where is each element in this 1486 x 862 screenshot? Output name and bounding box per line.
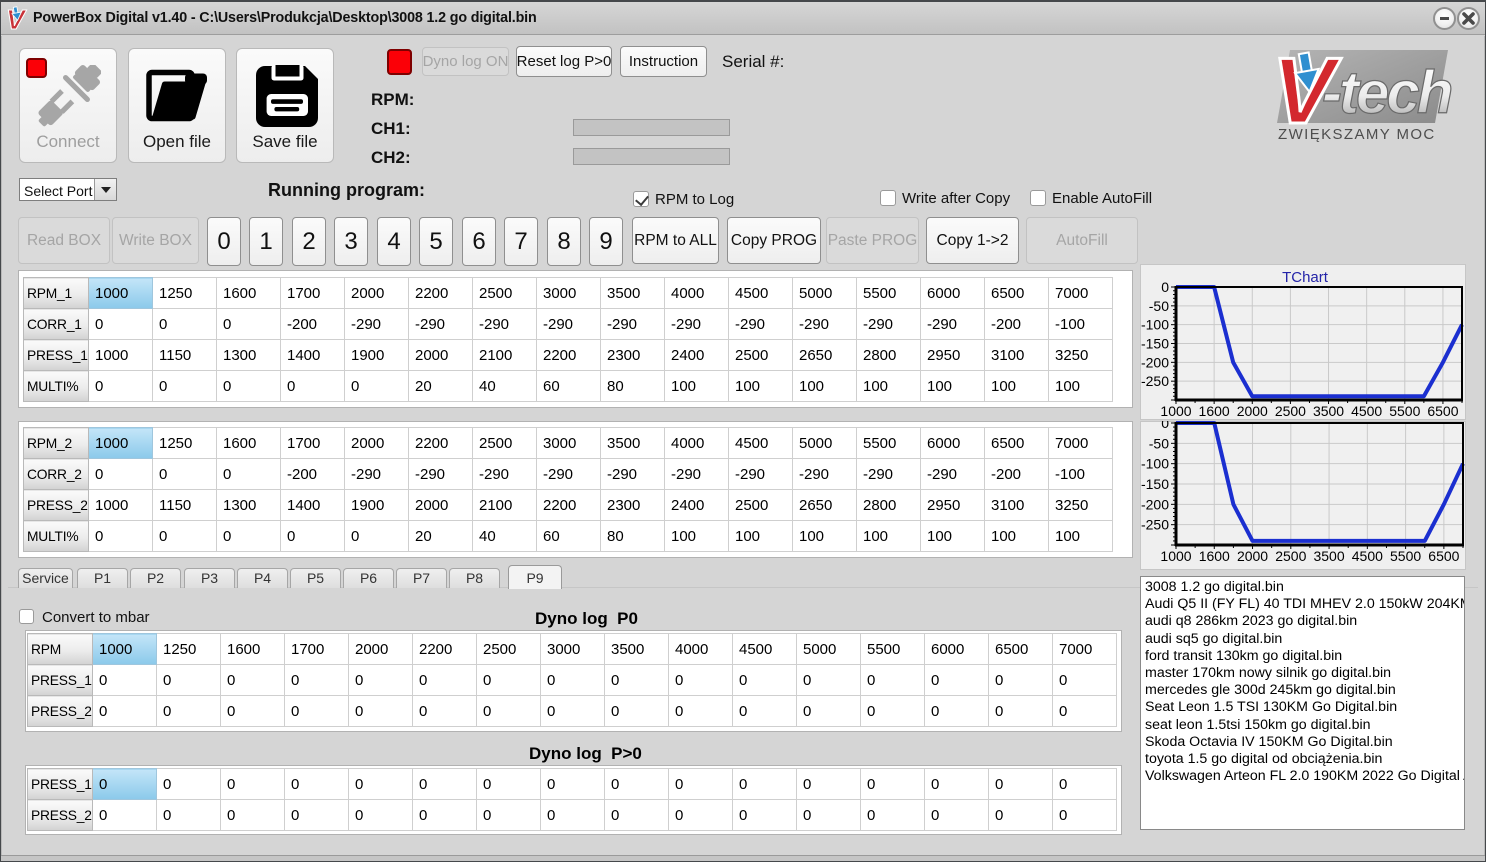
svg-text:6500: 6500 xyxy=(1428,548,1459,564)
svg-text:-100: -100 xyxy=(1141,456,1169,472)
svg-text:-200: -200 xyxy=(1141,354,1169,370)
svg-text:0: 0 xyxy=(1161,421,1169,431)
svg-text:-50: -50 xyxy=(1149,435,1169,451)
svg-text:3500: 3500 xyxy=(1313,548,1344,564)
svg-text:-150: -150 xyxy=(1141,336,1169,352)
svg-text:1600: 1600 xyxy=(1199,548,1230,564)
svg-text:2500: 2500 xyxy=(1275,403,1306,419)
svg-text:-250: -250 xyxy=(1141,373,1169,389)
svg-text:6500: 6500 xyxy=(1427,403,1458,419)
svg-text:0: 0 xyxy=(1161,279,1169,295)
svg-text:-150: -150 xyxy=(1141,476,1169,492)
svg-text:2500: 2500 xyxy=(1275,548,1306,564)
svg-text:4500: 4500 xyxy=(1352,548,1383,564)
svg-text:-tech: -tech xyxy=(1322,59,1452,126)
svg-text:TChart: TChart xyxy=(1282,269,1329,286)
svg-text:2000: 2000 xyxy=(1237,548,1268,564)
svg-text:-50: -50 xyxy=(1149,298,1169,314)
svg-text:-100: -100 xyxy=(1141,317,1169,333)
svg-text:1600: 1600 xyxy=(1199,403,1230,419)
svg-text:5500: 5500 xyxy=(1390,548,1421,564)
svg-text:5500: 5500 xyxy=(1389,403,1420,419)
svg-text:4500: 4500 xyxy=(1351,403,1382,419)
svg-text:1000: 1000 xyxy=(1160,548,1191,564)
svg-text:2000: 2000 xyxy=(1237,403,1268,419)
svg-text:-250: -250 xyxy=(1141,517,1169,533)
svg-text:-200: -200 xyxy=(1141,496,1169,512)
svg-text:3500: 3500 xyxy=(1313,403,1344,419)
svg-text:1000: 1000 xyxy=(1160,403,1191,419)
